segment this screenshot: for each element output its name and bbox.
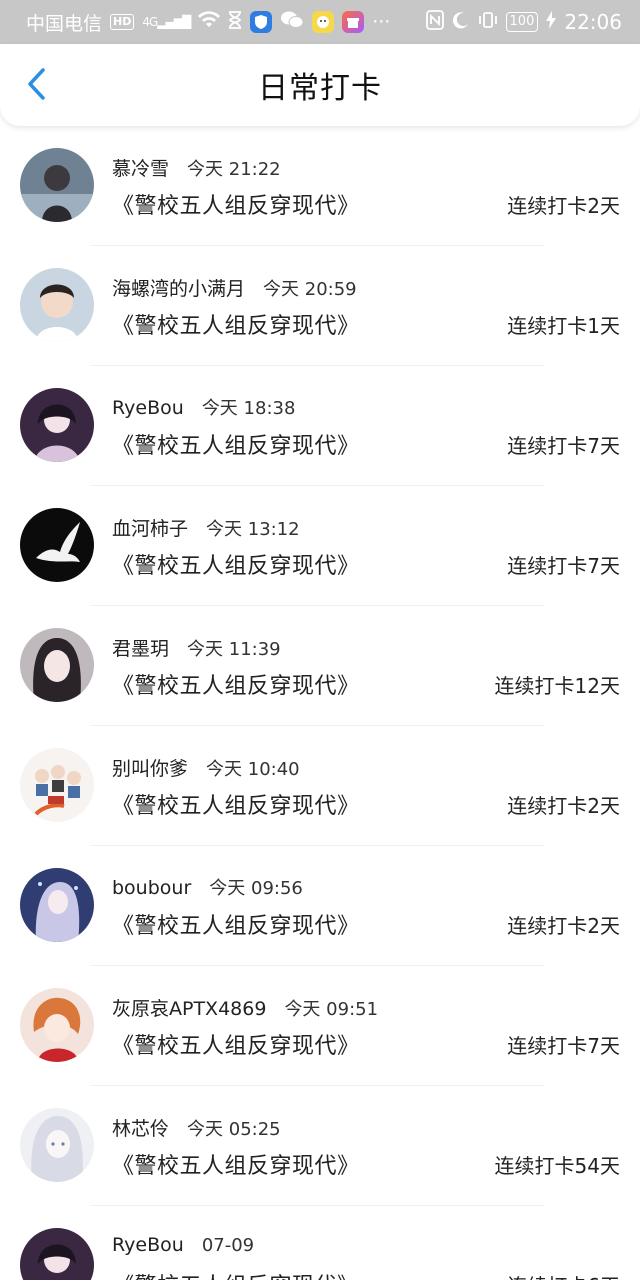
streak-label: 连续打卡6天: [507, 1270, 620, 1280]
wechat-icon: [280, 10, 304, 35]
streak-label: 连续打卡7天: [507, 554, 620, 578]
check-in-time: 今天 11:39: [187, 639, 281, 660]
check-in-time: 今天 10:40: [206, 759, 300, 780]
check-in-row[interactable]: 海螺湾的小满月 今天 20:59 《警校五人组反穿现代》 连续打卡1天: [0, 246, 640, 366]
user-name[interactable]: RyeBou 07-09: [112, 1234, 254, 1256]
page-title: 日常打卡: [258, 71, 382, 106]
book-title[interactable]: 《警校五人组反穿现代》: [112, 1148, 360, 1180]
avatar[interactable]: [20, 628, 94, 702]
user-name-text: 林芯伶: [112, 1118, 170, 1140]
avatar[interactable]: [20, 148, 94, 222]
check-in-time: 今天 05:25: [187, 1119, 281, 1140]
avatar[interactable]: [20, 508, 94, 582]
network-type-label: 4G: [142, 15, 158, 29]
check-in-time: 07-09: [201, 1235, 255, 1256]
avatar[interactable]: [20, 388, 94, 462]
check-in-time: 今天 21:22: [187, 159, 281, 180]
mascot-app-icon: [312, 11, 335, 33]
book-title[interactable]: 《警校五人组反穿现代》: [112, 668, 360, 700]
book-title[interactable]: 《警校五人组反穿现代》: [112, 788, 360, 820]
book-title[interactable]: 《警校五人组反穿现代》: [112, 908, 360, 940]
hd-badge: HD: [110, 14, 135, 30]
streak-label: 连续打卡2天: [507, 794, 620, 818]
avatar[interactable]: [20, 268, 94, 342]
streak-label: 连续打卡7天: [507, 434, 620, 458]
check-in-row[interactable]: 君墨玥 今天 11:39 《警校五人组反穿现代》 连续打卡12天: [0, 606, 640, 726]
user-name[interactable]: 血河柿子 今天 13:12: [112, 514, 300, 541]
streak-label: 连续打卡7天: [507, 1034, 620, 1058]
user-name[interactable]: RyeBou 今天 18:38: [112, 394, 295, 420]
carrier-label: 中国电信: [26, 12, 103, 35]
shield-app-icon: [250, 11, 273, 33]
user-name-text: RyeBou: [112, 1234, 184, 1256]
user-name[interactable]: 慕冷雪 今天 21:22: [112, 154, 281, 181]
check-in-time: 今天 09:56: [209, 878, 303, 899]
streak-label: 连续打卡2天: [507, 914, 620, 938]
vibrate-icon: [478, 11, 498, 34]
nfc-icon: [425, 9, 444, 35]
book-title[interactable]: 《警校五人组反穿现代》: [112, 1268, 360, 1280]
user-name-text: boubour: [112, 877, 192, 899]
back-button[interactable]: [16, 64, 56, 104]
check-in-time: 今天 09:51: [284, 999, 379, 1020]
user-name-text: 海螺湾的小满月: [112, 278, 246, 300]
check-in-row[interactable]: 别叫你爹 今天 10:40 《警校五人组反穿现代》 连续打卡2天: [0, 726, 640, 846]
user-name-text: RyeBou: [112, 397, 184, 419]
hourglass-icon: [228, 10, 242, 34]
avatar[interactable]: [20, 988, 94, 1062]
status-bar: 中国电信 HD 4G▂▄▆█ ··· 100 22:06: [0, 0, 640, 44]
user-name-text: 君墨玥: [112, 638, 170, 660]
gift-app-icon: [342, 11, 365, 33]
book-title[interactable]: 《警校五人组反穿现代》: [112, 428, 360, 460]
user-name-text: 灰原哀APTX4869: [112, 998, 267, 1020]
check-in-row[interactable]: 慕冷雪 今天 21:22 《警校五人组反穿现代》 连续打卡2天: [0, 126, 640, 246]
streak-label: 连续打卡2天: [507, 194, 620, 218]
clock: 22:06: [564, 10, 622, 34]
book-title[interactable]: 《警校五人组反穿现代》: [112, 308, 360, 340]
avatar[interactable]: [20, 1228, 94, 1280]
avatar[interactable]: [20, 748, 94, 822]
streak-label: 连续打卡1天: [507, 314, 620, 338]
moon-icon: [452, 11, 470, 34]
check-in-time: 今天 13:12: [206, 519, 300, 540]
avatar[interactable]: [20, 868, 94, 942]
user-name[interactable]: boubour 今天 09:56: [112, 874, 303, 900]
user-name[interactable]: 灰原哀APTX4869 今天 09:51: [112, 994, 378, 1021]
user-name[interactable]: 林芯伶 今天 05:25: [112, 1114, 281, 1141]
check-in-time: 今天 20:59: [263, 279, 357, 300]
check-in-row[interactable]: boubour 今天 09:56 《警校五人组反穿现代》 连续打卡2天: [0, 846, 640, 966]
user-name[interactable]: 海螺湾的小满月 今天 20:59: [112, 274, 357, 301]
wifi-icon: [198, 10, 221, 34]
check-in-row[interactable]: 灰原哀APTX4869 今天 09:51 《警校五人组反穿现代》 连续打卡7天: [0, 966, 640, 1086]
user-name-text: 血河柿子: [112, 518, 189, 540]
check-in-row[interactable]: 林芯伶 今天 05:25 《警校五人组反穿现代》 连续打卡54天: [0, 1086, 640, 1206]
user-name[interactable]: 别叫你爹 今天 10:40: [112, 754, 300, 781]
streak-label: 连续打卡54天: [494, 1154, 620, 1178]
signal-icon: 4G▂▄▆█: [142, 15, 191, 29]
check-in-row[interactable]: RyeBou 07-09 《警校五人组反穿现代》 连续打卡6天: [0, 1206, 640, 1280]
check-in-list: 慕冷雪 今天 21:22 《警校五人组反穿现代》 连续打卡2天 海螺湾的小满月 今天…: [0, 126, 640, 1280]
avatar[interactable]: [20, 1108, 94, 1182]
user-name[interactable]: 君墨玥 今天 11:39: [112, 634, 281, 661]
user-name-text: 慕冷雪: [112, 158, 170, 180]
streak-label: 连续打卡12天: [494, 674, 620, 698]
book-title[interactable]: 《警校五人组反穿现代》: [112, 548, 360, 580]
navigation-bar: 日常打卡: [0, 44, 640, 126]
check-in-row[interactable]: 血河柿子 今天 13:12 《警校五人组反穿现代》 连续打卡7天: [0, 486, 640, 606]
charging-icon: [546, 10, 557, 34]
check-in-time: 今天 18:38: [201, 398, 296, 419]
battery-indicator: 100: [505, 12, 539, 32]
check-in-row[interactable]: RyeBou 今天 18:38 《警校五人组反穿现代》 连续打卡7天: [0, 366, 640, 486]
book-title[interactable]: 《警校五人组反穿现代》: [112, 188, 360, 220]
more-notifications-icon: ···: [372, 11, 391, 33]
chevron-left-icon: [28, 68, 45, 100]
book-title[interactable]: 《警校五人组反穿现代》: [112, 1028, 360, 1060]
user-name-text: 别叫你爹: [112, 758, 189, 780]
